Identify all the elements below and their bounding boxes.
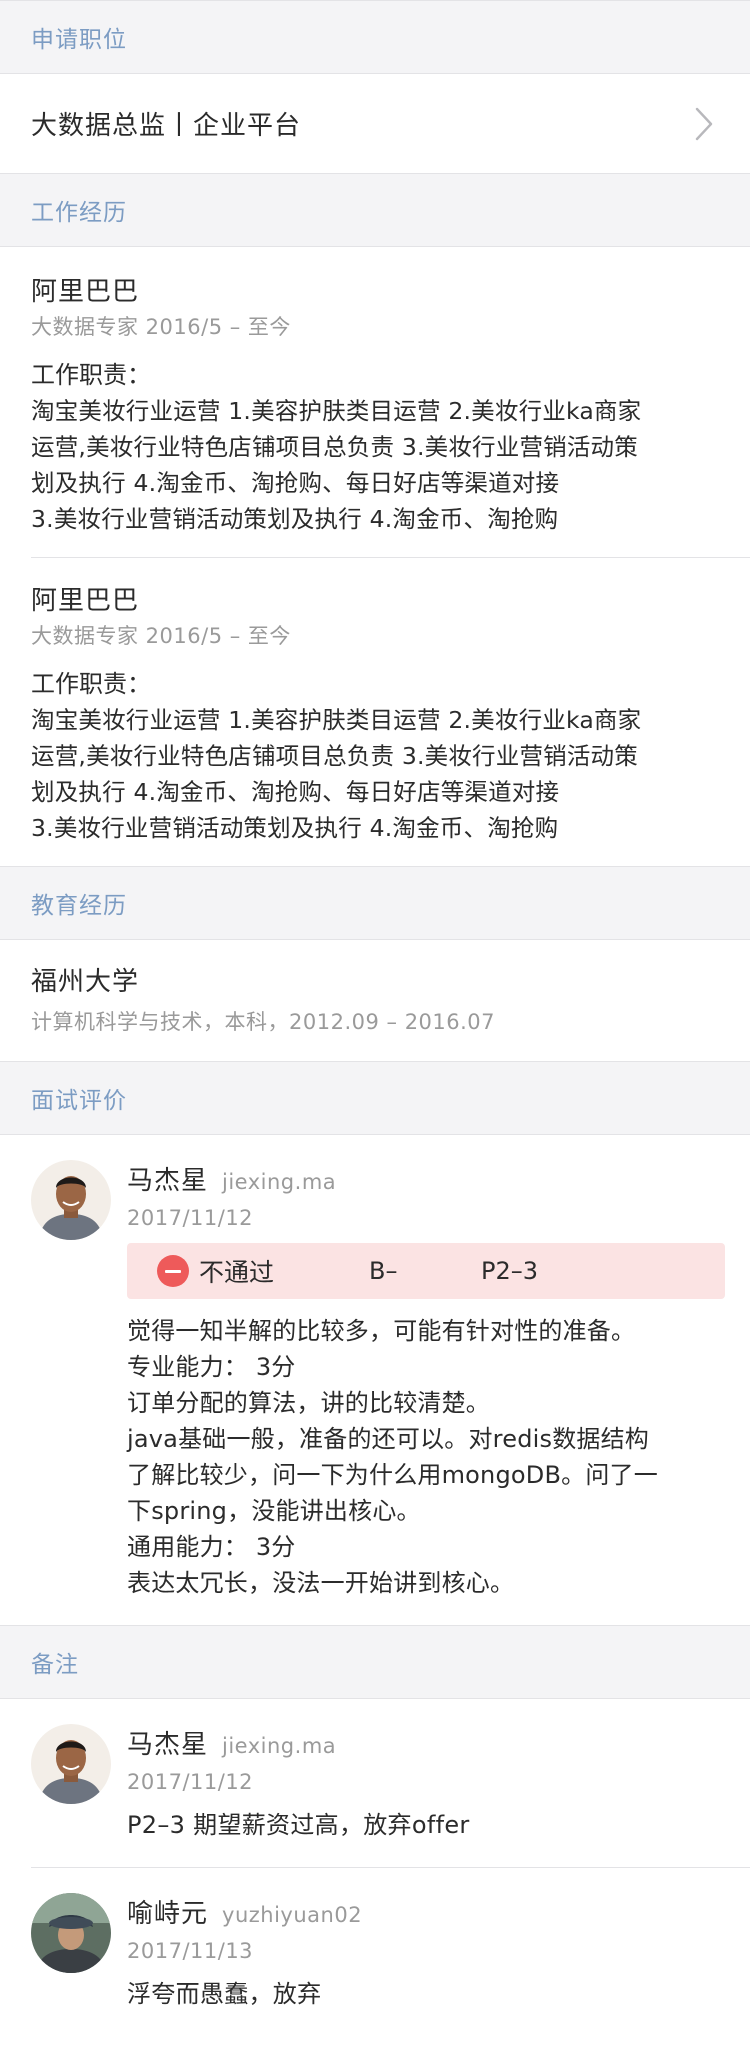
work-item: 阿里巴巴 大数据专家 2016/5 – 至今 工作职责： 淘宝美妆行业运营 1.… (0, 558, 750, 866)
section-title-notes: 备注 (31, 1652, 79, 1678)
review-line: 表达太冗长，没法一开始讲到核心。 (127, 1569, 515, 1597)
reviewer-name: 马杰星 (127, 1166, 209, 1196)
company-name: 阿里巴巴 (31, 586, 140, 616)
section-header-education: 教育经历 (0, 866, 750, 940)
position-row[interactable]: 大数据总监丨企业平台 (0, 74, 750, 173)
section-title-position: 申请职位 (31, 27, 127, 53)
duty-line: 淘宝美妆行业运营 1.美容护肤类目运营 2.美妆行业ka商家 (31, 397, 642, 425)
minus-circle-icon (157, 1255, 189, 1287)
section-title-work: 工作经历 (31, 200, 127, 226)
school-name: 福州大学 (31, 967, 140, 997)
education-detail: 计算机科学与技术，本科，2012.09 – 2016.07 (31, 1010, 496, 1034)
note-author-id: yuzhiyuan02 (222, 1903, 363, 1927)
note-date: 2017/11/12 (127, 1770, 254, 1794)
verdict-level: P2–3 (481, 1257, 539, 1285)
review-line: 订单分配的算法，讲的比较清楚。 (127, 1389, 490, 1417)
section-header-notes: 备注 (0, 1625, 750, 1699)
duty-description: 淘宝美妆行业运营 1.美容护肤类目运营 2.美妆行业ka商家 运营,美妆行业特色… (31, 393, 719, 537)
duty-line: 运营,美妆行业特色店铺项目总负责 3.美妆行业营销活动策 (31, 433, 638, 461)
note-text: 浮夸而愚蠢，放弃 (127, 1980, 322, 2008)
note-entry: 马杰星 jiexing.ma 2017/11/12 P2–3 期望薪资过高，放弃… (0, 1699, 750, 1867)
candidate-detail-page: 申请职位 大数据总监丨企业平台 工作经历 阿里巴巴 大数据专家 2016/5 –… (0, 0, 750, 2068)
review-content: 觉得一知半解的比较多，可能有针对性的准备。 专业能力： 3分 订单分配的算法，讲… (127, 1313, 719, 1601)
note-author-name: 喻峙元 (127, 1899, 209, 1929)
duty-description: 淘宝美妆行业运营 1.美容护肤类目运营 2.美妆行业ka商家 运营,美妆行业特色… (31, 702, 719, 846)
education-item: 福州大学 计算机科学与技术，本科，2012.09 – 2016.07 (0, 940, 750, 1061)
duty-title: 工作职责： (31, 361, 151, 389)
duty-title: 工作职责： (31, 670, 151, 698)
avatar[interactable] (31, 1160, 111, 1240)
section-header-work: 工作经历 (0, 173, 750, 247)
avatar[interactable] (31, 1893, 111, 1973)
role-period: 大数据专家 2016/5 – 至今 (31, 624, 291, 648)
review-line: 觉得一知半解的比较多，可能有针对性的准备。 (127, 1317, 636, 1345)
section-header-review: 面试评价 (0, 1061, 750, 1135)
review-entry: 马杰星 jiexing.ma 2017/11/12 不通过 B– P2–3 觉得… (0, 1135, 750, 1625)
verdict-status: 不通过 (199, 1258, 275, 1287)
section-title-review: 面试评价 (31, 1088, 127, 1114)
verdict-bar: 不通过 B– P2–3 (127, 1243, 725, 1299)
work-item: 阿里巴巴 大数据专家 2016/5 – 至今 工作职责： 淘宝美妆行业运营 1.… (0, 247, 750, 557)
duty-line: 划及执行 4.淘金币、淘抢购、每日好店等渠道对接 (31, 469, 560, 497)
note-date: 2017/11/13 (127, 1939, 254, 1963)
chevron-right-icon[interactable] (689, 104, 719, 144)
position-value: 大数据总监丨企业平台 (31, 111, 302, 141)
note-text: P2–3 期望薪资过高，放弃offer (127, 1811, 470, 1839)
note-entry: 喻峙元 yuzhiyuan02 2017/11/13 浮夸而愚蠢，放弃 (0, 1868, 750, 2036)
review-date: 2017/11/12 (127, 1206, 254, 1230)
duty-line: 3.美妆行业营销活动策划及执行 4.淘金币、淘抢购 (31, 505, 559, 533)
review-line: java基础一般，准备的还可以。对redis数据结构 (127, 1425, 649, 1453)
section-header-position: 申请职位 (0, 0, 750, 74)
duty-line: 3.美妆行业营销活动策划及执行 4.淘金币、淘抢购 (31, 814, 559, 842)
company-name: 阿里巴巴 (31, 277, 140, 307)
section-title-education: 教育经历 (31, 893, 127, 919)
reviewer-id: jiexing.ma (222, 1170, 337, 1194)
note-author-name: 马杰星 (127, 1730, 209, 1760)
avatar[interactable] (31, 1724, 111, 1804)
review-line: 通用能力： 3分 (127, 1533, 296, 1561)
role-period: 大数据专家 2016/5 – 至今 (31, 315, 291, 339)
duty-line: 淘宝美妆行业运营 1.美容护肤类目运营 2.美妆行业ka商家 (31, 706, 642, 734)
duty-line: 运营,美妆行业特色店铺项目总负责 3.美妆行业营销活动策 (31, 742, 638, 770)
review-line: 下spring，没能讲出核心。 (127, 1497, 421, 1525)
review-line: 了解比较少，问一下为什么用mongoDB。问了一 (127, 1461, 658, 1489)
verdict-grade: B– (369, 1257, 398, 1285)
review-line: 专业能力： 3分 (127, 1353, 296, 1381)
note-author-id: jiexing.ma (222, 1734, 337, 1758)
duty-line: 划及执行 4.淘金币、淘抢购、每日好店等渠道对接 (31, 778, 560, 806)
